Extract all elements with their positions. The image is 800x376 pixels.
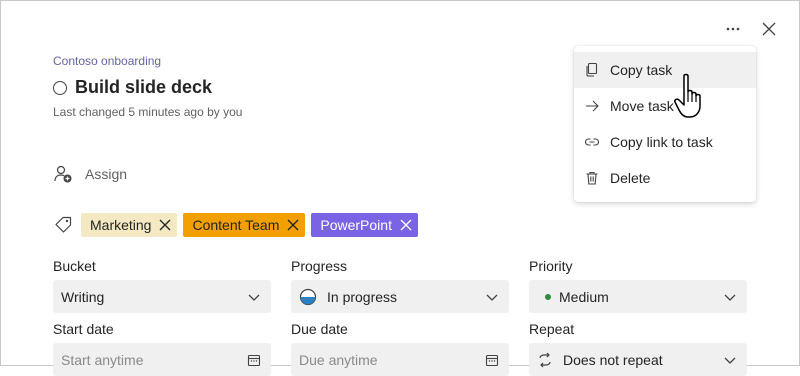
menu-item-move-task[interactable]: Move task <box>574 88 756 124</box>
bucket-label: Bucket <box>53 258 96 274</box>
calendar-icon <box>247 354 261 366</box>
priority-value: Medium <box>559 288 609 305</box>
more-options-button[interactable] <box>722 18 744 40</box>
calendar-icon <box>485 354 499 366</box>
label-chip-powerpoint[interactable]: PowerPoint <box>311 213 418 237</box>
last-changed-text: Last changed 5 minutes ago by you <box>53 105 243 119</box>
start-date-picker[interactable]: Start anytime <box>53 343 271 376</box>
start-date-placeholder: Start anytime <box>61 351 144 368</box>
repeat-label: Repeat <box>529 321 575 337</box>
progress-label: Progress <box>291 258 348 274</box>
chevron-down-icon <box>724 294 736 301</box>
panel-actions <box>722 18 780 40</box>
start-date-label: Start date <box>53 321 114 337</box>
repeat-value: Does not repeat <box>563 351 663 368</box>
tag-icon <box>55 216 72 233</box>
half-circle-progress-icon <box>299 288 317 305</box>
arrow-right-icon <box>586 100 599 112</box>
due-date-picker[interactable]: Due anytime <box>291 343 509 376</box>
priority-dropdown[interactable]: Medium <box>529 280 747 313</box>
more-options-menu: Copy task Move task Copy link to task De… <box>574 46 756 202</box>
chevron-down-icon <box>248 294 260 301</box>
bucket-value: Writing <box>61 288 105 305</box>
label-text: Content Team <box>192 217 280 233</box>
bucket-dropdown[interactable]: Writing <box>53 280 271 313</box>
progress-dropdown[interactable]: In progress <box>291 280 509 313</box>
add-person-icon <box>54 165 72 183</box>
progress-value: In progress <box>327 288 398 305</box>
due-date-placeholder: Due anytime <box>299 351 378 368</box>
due-date-label: Due date <box>291 321 348 337</box>
menu-item-copy-link[interactable]: Copy link to task <box>574 124 756 160</box>
labels-row: Marketing Content Team PowerPoint <box>53 213 418 237</box>
menu-item-label: Copy link to task <box>610 134 713 150</box>
label-chip-marketing[interactable]: Marketing <box>81 213 178 237</box>
pointer-hand-cursor-icon <box>674 73 701 118</box>
priority-dot-icon <box>545 293 551 300</box>
label-text: PowerPoint <box>320 217 392 233</box>
assign-button[interactable]: Assign <box>53 164 127 184</box>
task-title[interactable]: Build slide deck <box>75 77 212 98</box>
menu-item-label: Copy task <box>610 62 673 78</box>
menu-item-label: Move task <box>610 98 674 114</box>
repeat-dropdown[interactable]: Does not repeat <box>529 343 747 376</box>
link-icon <box>585 138 599 146</box>
label-chip-content-team[interactable]: Content Team <box>183 213 306 237</box>
remove-label-icon[interactable] <box>287 219 299 231</box>
priority-label: Priority <box>529 258 573 274</box>
close-button[interactable] <box>758 18 780 40</box>
complete-task-checkbox[interactable] <box>53 80 67 95</box>
task-title-row: Build slide deck <box>53 77 212 98</box>
remove-label-icon[interactable] <box>400 219 412 231</box>
repeat-icon <box>539 352 551 367</box>
remove-label-icon[interactable] <box>159 219 171 231</box>
trash-icon <box>586 171 598 185</box>
chevron-down-icon <box>724 357 736 364</box>
menu-item-copy-task[interactable]: Copy task <box>574 52 756 88</box>
chevron-down-icon <box>486 294 498 301</box>
copy-icon <box>586 62 598 77</box>
menu-item-delete[interactable]: Delete <box>574 160 756 196</box>
more-icon <box>726 27 740 31</box>
label-text: Marketing <box>90 217 152 233</box>
plan-name[interactable]: Contoso onboarding <box>53 54 161 68</box>
assign-label: Assign <box>85 166 128 182</box>
close-icon <box>762 22 776 36</box>
menu-item-label: Delete <box>610 170 651 186</box>
